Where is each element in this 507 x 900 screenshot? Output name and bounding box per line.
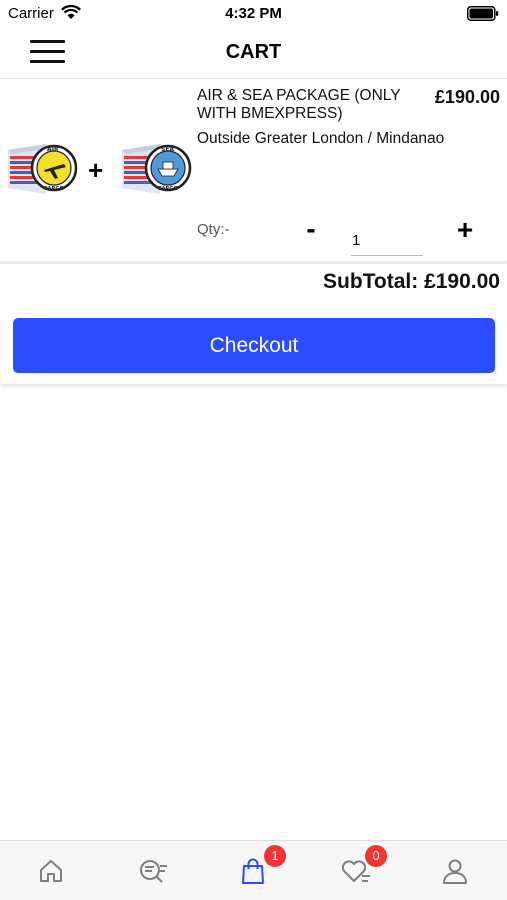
tab-profile[interactable]: [404, 841, 505, 900]
status-bar: Carrier 4:32 PM: [0, 0, 507, 28]
home-icon: [40, 860, 62, 882]
item-name[interactable]: AIR & SEA PACKAGE (ONLY WITH BMEXPRESS): [197, 87, 422, 123]
svg-text:SEA: SEA: [161, 146, 174, 153]
item-price: £190.00: [434, 87, 500, 107]
cart-screen: Carrier 4:32 PM CART AIR CARGO + SEA CAR…: [0, 0, 507, 900]
quantity-label: Qty:-: [197, 221, 230, 238]
profile-icon: [443, 859, 467, 884]
cart-summary: SubTotal: £190.00 Checkout: [0, 264, 507, 384]
svg-text:AIR: AIR: [47, 146, 59, 153]
tab-cart[interactable]: 1: [202, 841, 303, 900]
sea-cargo-box-image: SEA CARGO: [122, 144, 192, 194]
nav-bar: CART: [0, 28, 507, 79]
svg-text:CARGO: CARGO: [158, 186, 178, 192]
search-list-icon: [140, 860, 167, 883]
quantity-decrease-button[interactable]: -: [300, 215, 322, 243]
svg-text:CARGO: CARGO: [44, 186, 64, 192]
battery-icon: [467, 6, 499, 21]
quantity-increase-button[interactable]: +: [453, 215, 477, 245]
clock: 4:32 PM: [225, 5, 282, 22]
subtotal-text: SubTotal: £190.00: [322, 270, 500, 293]
tab-bar: 1 0: [0, 840, 507, 900]
wishlist-count-badge: 0: [365, 845, 387, 867]
shopping-bag-icon: [242, 858, 264, 884]
tab-search[interactable]: [101, 841, 202, 900]
tab-home[interactable]: [0, 841, 101, 900]
tab-wishlist[interactable]: 0: [303, 841, 404, 900]
item-variant: Outside Greater London / Mindanao: [197, 130, 445, 147]
checkout-button[interactable]: Checkout: [13, 318, 495, 373]
quantity-input[interactable]: [351, 226, 423, 256]
plus-sign: +: [88, 155, 104, 185]
page-title: CART: [225, 41, 282, 63]
air-cargo-box-image: AIR CARGO: [8, 144, 78, 194]
cart-count-badge: 1: [264, 845, 286, 867]
